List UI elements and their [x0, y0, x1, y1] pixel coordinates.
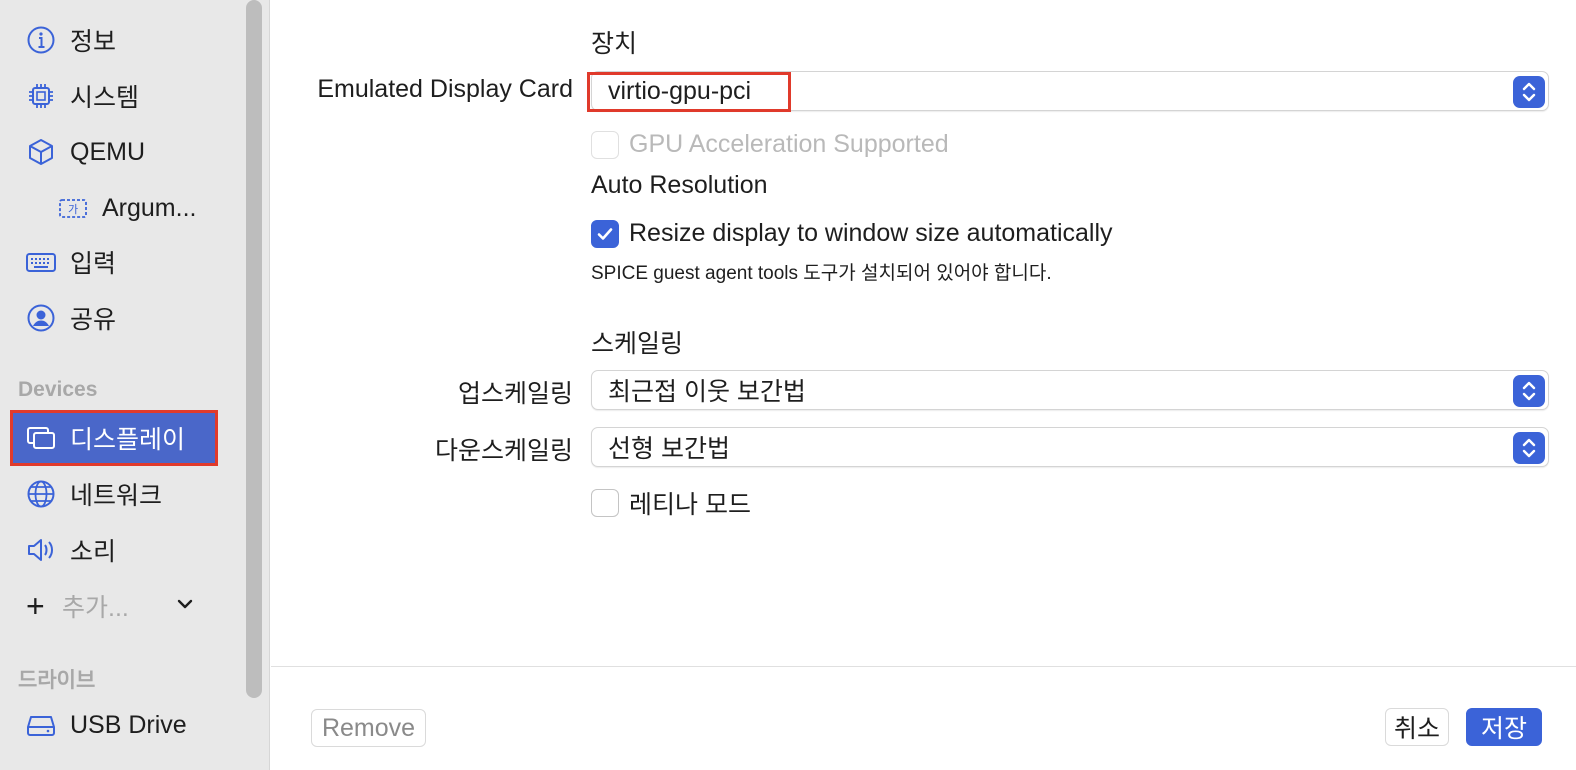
cancel-button[interactable]: 취소: [1385, 708, 1449, 746]
cpu-chip-icon: [24, 79, 58, 113]
svg-text:가: 가: [68, 203, 78, 216]
sidebar-item-input[interactable]: 입력: [10, 236, 218, 288]
display-icon: [24, 421, 58, 455]
info-icon: [24, 23, 58, 57]
upscaling-value: 최근접 이웃 보간법: [608, 378, 806, 406]
speaker-icon: [24, 533, 58, 567]
upscaling-label: 업스케일링: [457, 380, 573, 408]
sidebar-item-label: 정보: [70, 28, 117, 56]
downscaling-popup[interactable]: 선형 보간법: [591, 427, 1549, 467]
chevron-down-icon: [177, 599, 193, 609]
keyboard-icon: [24, 245, 58, 279]
remove-button[interactable]: Remove: [311, 709, 426, 747]
sidebar: 정보 시스템 QEMU 가 Argum... 입력 공유 Devices 디스플…: [0, 0, 270, 770]
popup-stepper-icon: [1513, 432, 1545, 464]
checkbox-box: [591, 489, 619, 517]
sidebar-item-label: 소리: [70, 538, 117, 566]
checkbox-box: [591, 130, 619, 159]
display-card-label: Emulated Display Card: [317, 75, 573, 103]
sidebar-item-label: USB Drive: [70, 710, 187, 739]
retina-mode-checkbox[interactable]: 레티나 모드: [591, 485, 751, 521]
drives-section-header: 드라이브: [18, 669, 96, 692]
footer-divider: [271, 666, 1576, 667]
auto-resolution-title: Auto Resolution: [591, 171, 768, 199]
add-device-button[interactable]: + 추가...: [26, 588, 206, 624]
globe-icon: [24, 477, 58, 511]
scaling-section-title: 스케일링: [591, 330, 684, 358]
plus-icon: +: [26, 588, 45, 624]
sidebar-item-network[interactable]: 네트워크: [10, 468, 218, 520]
sidebar-item-label: 입력: [70, 250, 117, 278]
retina-mode-label: 레티나 모드: [629, 491, 751, 519]
sidebar-item-label: 공유: [70, 306, 117, 334]
display-settings-pane: 장치 Emulated Display Card virtio-gpu-pci …: [271, 0, 1576, 770]
spice-note: SPICE guest agent tools 도구가 설치되어 있어야 합니다…: [591, 263, 1052, 284]
sidebar-item-qemu[interactable]: QEMU: [10, 126, 218, 178]
add-device-label: 추가...: [62, 594, 129, 622]
save-button[interactable]: 저장: [1466, 708, 1542, 746]
sidebar-item-label: 시스템: [70, 84, 140, 112]
sidebar-scrollbar[interactable]: [246, 0, 262, 698]
downscaling-value: 선형 보간법: [608, 435, 730, 463]
gpu-acceleration-checkbox[interactable]: GPU Acceleration Supported: [591, 130, 949, 159]
popup-stepper-icon: [1513, 76, 1545, 108]
devices-section-header: Devices: [18, 378, 98, 401]
device-section-title: 장치: [591, 30, 638, 58]
downscaling-label: 다운스케일링: [434, 437, 573, 465]
sidebar-item-system[interactable]: 시스템: [10, 70, 218, 122]
sidebar-item-info[interactable]: 정보: [10, 14, 218, 66]
popup-stepper-icon: [1513, 375, 1545, 407]
person-circle-icon: [24, 301, 58, 335]
sidebar-item-label: QEMU: [70, 137, 145, 166]
text-field-icon: 가: [56, 191, 90, 225]
sidebar-item-sharing[interactable]: 공유: [10, 292, 218, 344]
drive-icon: [24, 708, 58, 742]
resize-display-checkbox[interactable]: Resize display to window size automatica…: [591, 219, 1113, 248]
sidebar-item-display[interactable]: 디스플레이: [10, 410, 218, 466]
sidebar-item-label: 디스플레이: [70, 426, 186, 454]
upscaling-popup[interactable]: 최근접 이웃 보간법: [591, 370, 1549, 410]
checkmark-icon: [591, 219, 619, 248]
gpu-acceleration-label: GPU Acceleration Supported: [629, 130, 949, 158]
sidebar-item-sound[interactable]: 소리: [10, 524, 218, 576]
resize-display-label: Resize display to window size automatica…: [629, 219, 1113, 247]
sidebar-item-label: 네트워크: [70, 482, 163, 510]
sidebar-item-arguments[interactable]: 가 Argum...: [10, 182, 218, 234]
sidebar-item-usb-drive[interactable]: USB Drive: [10, 699, 218, 751]
cube-icon: [24, 135, 58, 169]
display-card-highlight: [587, 72, 791, 112]
sidebar-item-label: Argum...: [102, 193, 197, 222]
